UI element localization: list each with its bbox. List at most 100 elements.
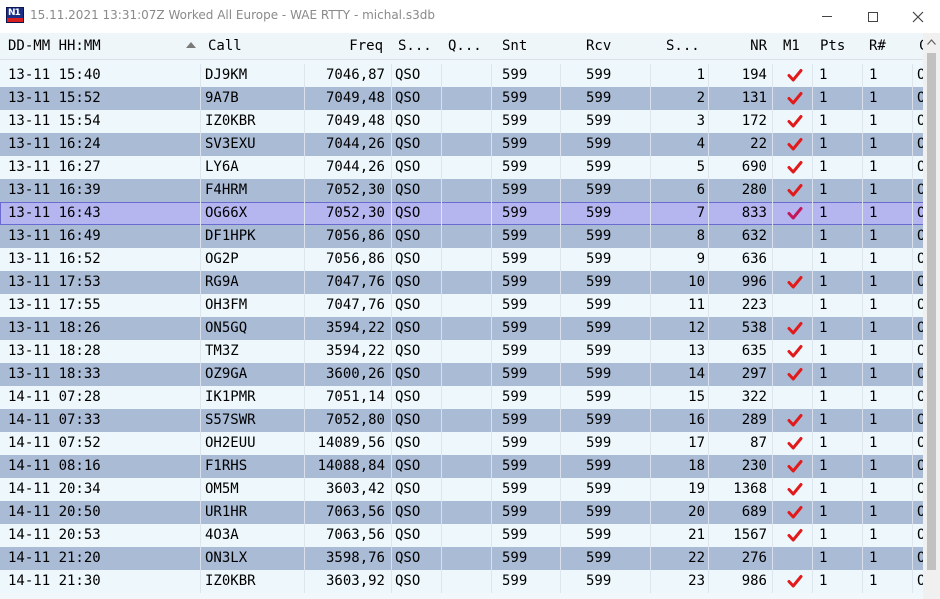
column-divider [708,547,709,570]
multiplier-check-icon [787,459,803,474]
column-divider [200,179,201,202]
cell-pts: 1 [819,550,828,566]
cell-s1: QSO [395,113,421,129]
column-divider [862,409,863,432]
column-header-q[interactable]: Q... [448,35,493,58]
column-header-nr[interactable]: NR [715,35,767,58]
table-row[interactable]: 13-11 15:529A7B7049,48QSO599599213111O.. [0,87,940,110]
column-header-s1[interactable]: S... [398,35,443,58]
cell-s1: QSO [395,481,421,497]
table-row[interactable]: 14-11 21:30 IZ0KBR 3603,92 QSO 599 599 23 986 1 1… [0,570,940,593]
table-row[interactable]: 13-11 17:55OH3FM7047,76QSO5995991122311O… [0,294,940,317]
table-row[interactable]: 14-11 20:50UR1HR7063,56QSO5995992068911O… [0,501,940,524]
table-row[interactable]: 13-11 18:26ON5GQ3594,22QSO5995991253811O… [0,317,940,340]
column-divider [772,202,773,225]
minimize-button[interactable] [804,0,850,33]
column-divider [200,110,201,133]
scroll-thumb[interactable] [927,53,936,570]
table-row[interactable]: 14-11 20:534O3A7063,56QSO59959921156711O… [0,524,940,547]
column-divider [772,409,773,432]
column-header-m1[interactable]: M1 [783,35,813,58]
qso-log-grid[interactable]: DD-MM HH:MM Call Freq S... Q... Snt Rcv S... NR M… [0,33,940,599]
column-header-freq[interactable]: Freq [305,35,383,58]
column-divider [862,547,863,570]
column-divider [560,409,561,432]
column-divider [391,294,392,317]
vertical-scrollbar[interactable] [923,33,940,599]
table-row[interactable]: 13-11 16:27LY6A7044,26QSO599599569011O.. [0,156,940,179]
column-header-snt[interactable]: Snt [502,35,552,58]
column-divider [560,225,561,248]
cell-rcv: 599 [586,136,612,152]
cell-s1: QSO [395,366,421,382]
cell-nr: 538 [741,320,767,336]
table-row[interactable]: 13-11 16:49DF1HPK7056,86QSO599599863211O… [0,225,940,248]
table-row[interactable]: 14-11 07:52 OH2EUU 14089,56 QSO 599 599 17 87 1 1… [0,432,940,455]
column-divider [441,87,442,110]
cell-datetime: 13-11 16:24 [8,136,101,152]
column-divider [560,248,561,271]
column-divider [560,547,561,570]
cell-s2: 19 [688,481,705,497]
column-divider [862,386,863,409]
cell-rcv: 599 [586,366,612,382]
column-header-rcv[interactable]: Rcv [586,35,636,58]
column-divider [912,363,913,386]
column-divider [200,133,201,156]
cell-snt: 599 [502,320,528,336]
maximize-button[interactable] [850,0,896,33]
table-row[interactable]: 13-11 16:24SV3EXU7044,26QSO59959942211O.… [0,133,940,156]
table-row[interactable]: 13-11 18:33OZ9GA3600,26QSO5995991429711O… [0,363,940,386]
multiplier-check-icon [787,528,803,543]
cell-r: 1 [869,205,878,221]
column-divider [200,455,201,478]
cell-rcv: 599 [586,90,612,106]
cell-r: 1 [869,504,878,520]
column-divider [441,110,442,133]
table-row[interactable]: 13-11 16:43OG66X7052,30QSO599599783311O.… [0,202,940,225]
cell-snt: 599 [502,182,528,198]
table-row[interactable]: 13-11 17:53RG9A7047,76QSO5995991099611O.… [0,271,940,294]
cell-pts: 1 [819,90,828,106]
column-divider [772,156,773,179]
column-divider [862,501,863,524]
column-divider [441,386,442,409]
cell-nr: 690 [741,159,767,175]
cell-pts: 1 [819,67,828,83]
cell-datetime: 14-11 07:52 [8,435,101,451]
table-row[interactable]: 13-11 16:39F4HRM7052,30QSO599599628011O.… [0,179,940,202]
column-header-pts[interactable]: Pts [820,35,860,58]
cell-pts: 1 [819,412,828,428]
cell-q [448,570,493,593]
table-row[interactable]: 14-11 20:34OM5M3603,42QSO59959919136811O… [0,478,940,501]
table-row[interactable]: 13-11 18:28TM3Z3594,22QSO5995991363511O.… [0,340,940,363]
table-row[interactable]: 13-11 15:54IZ0KBR7049,48QSO599599317211O… [0,110,940,133]
cell-snt: 599 [502,366,528,382]
column-header-call[interactable]: Call [208,35,298,58]
column-header-datetime[interactable]: DD-MM HH:MM [8,35,198,58]
app-logo-icon: N1 [6,7,24,23]
column-divider [708,202,709,225]
column-divider [200,432,201,455]
column-divider [862,156,863,179]
column-divider [441,478,442,501]
column-divider [708,156,709,179]
column-divider [862,294,863,317]
cell-rcv: 599 [586,205,612,221]
close-button[interactable] [896,0,940,33]
scroll-up-button[interactable] [923,33,940,50]
table-row[interactable]: 14-11 21:20ON3LX3598,76QSO5995992227611O… [0,547,940,570]
cell-nr: 996 [741,274,767,290]
table-row[interactable]: 14-11 08:16 F1RHS 14088,84 QSO 599 599 18 230 1 1… [0,455,940,478]
table-row[interactable]: 13-11 15:40DJ9KM7046,87QSO599599119411O.… [0,64,940,87]
table-row[interactable]: 13-11 16:52OG2P7056,86QSO599599963611O.. [0,248,940,271]
column-header-s2[interactable]: S... [666,35,711,58]
cell-datetime: 14-11 07:33 [8,412,101,428]
cell-s2: 9 [696,251,705,267]
column-header-r[interactable]: R# [869,35,909,58]
cell-call: IZ0KBR [205,573,256,589]
column-divider [200,478,201,501]
table-row[interactable]: 14-11 07:33 S57SWR 7052,80 QSO 599 599 16 289 1 1… [0,409,940,432]
table-row[interactable]: 14-11 07:28 IK1PMR 7051,14 QSO 599 599 15 322 1 1… [0,386,940,409]
cell-q [448,432,493,455]
